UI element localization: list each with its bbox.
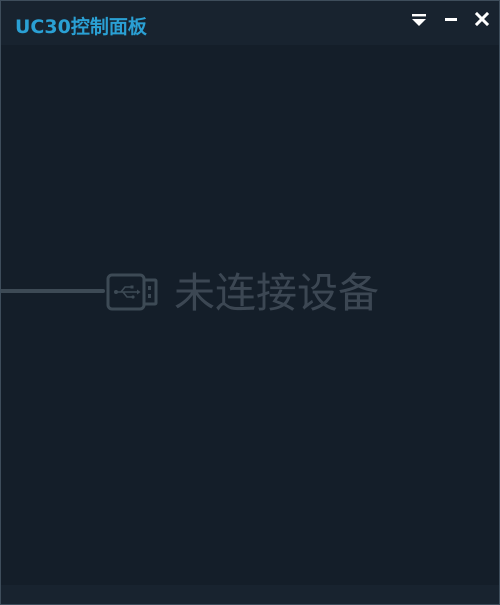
minimize-button[interactable] <box>440 9 462 31</box>
connection-status-text: 未连接设备 <box>174 269 379 317</box>
dropdown-arrow-icon <box>412 14 426 26</box>
usb-plug-icon <box>106 273 158 311</box>
close-icon <box>474 11 490 27</box>
app-window: UC30控制面板 未连接设备 <box>0 0 500 605</box>
menu-dropdown-button[interactable] <box>408 9 430 31</box>
main-content: 未连接设备 <box>1 45 499 585</box>
usb-cable <box>1 289 105 293</box>
app-title: UC30控制面板 <box>15 16 147 38</box>
title-bar[interactable]: UC30控制面板 <box>1 1 499 45</box>
close-button[interactable] <box>471 9 493 31</box>
status-bar <box>1 585 499 604</box>
minimize-icon <box>445 18 457 21</box>
